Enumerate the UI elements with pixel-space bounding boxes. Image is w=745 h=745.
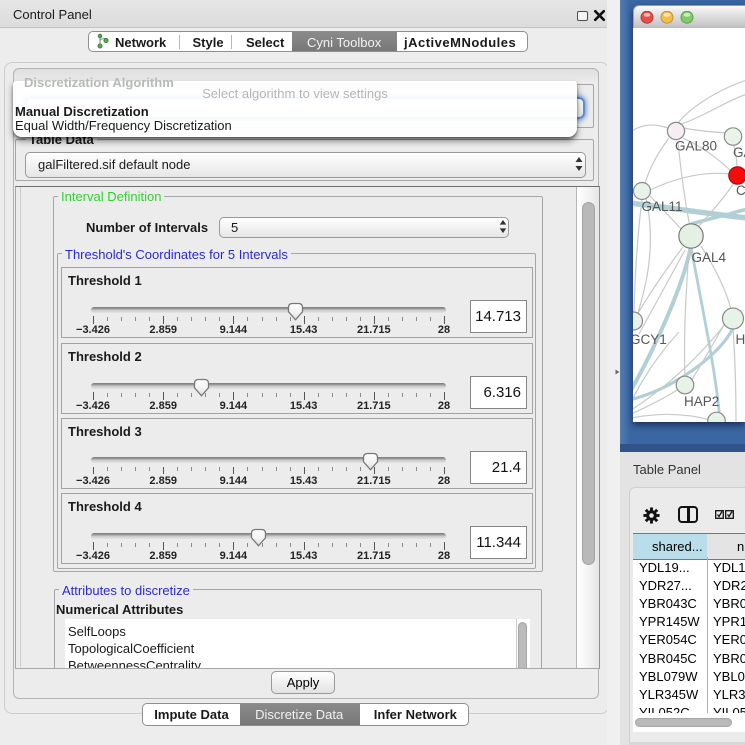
svg-text:GA: GA (733, 145, 745, 160)
svg-text:GAL4: GAL4 (692, 250, 727, 265)
svg-text:GAL11: GAL11 (642, 199, 683, 214)
svg-text:H: H (736, 332, 745, 347)
svg-text:GCY1: GCY1 (633, 332, 667, 347)
svg-text:GAL80: GAL80 (675, 139, 717, 154)
svg-text:HAP2: HAP2 (684, 394, 719, 409)
svg-text:C: C (736, 183, 745, 198)
